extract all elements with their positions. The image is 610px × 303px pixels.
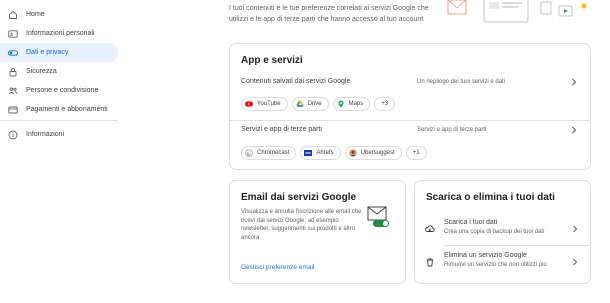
person-card-icon xyxy=(8,29,18,39)
trash-icon xyxy=(425,257,435,267)
card-divider xyxy=(444,245,590,246)
sidebar-item-label: Home xyxy=(26,11,45,18)
sidebar-item-home[interactable]: Home xyxy=(0,5,118,24)
sidebar-item-personal-info[interactable]: Informazioni personali xyxy=(0,24,118,43)
sidebar-item-label: Sicurezza xyxy=(26,68,57,75)
toggle-icon xyxy=(8,48,18,58)
chip-ubersuggest[interactable]: Ubersuggest xyxy=(344,146,402,160)
chip-label: Ubersuggest xyxy=(360,150,395,156)
lock-icon xyxy=(8,67,18,77)
sidebar-item-people-sharing[interactable]: Persone e condivisione xyxy=(0,81,118,100)
sidebar-divider xyxy=(0,120,118,121)
delete-service-row[interactable]: Elimina un servizio Google Rimuovi un se… xyxy=(415,248,590,278)
credit-card-icon xyxy=(8,105,18,115)
ubersuggest-icon xyxy=(348,149,357,157)
chevron-right-icon xyxy=(571,258,579,266)
sidebar-item-label: Persone e condivisione xyxy=(26,87,99,94)
sidebar-item-label: Pagamenti e abbonamenti xyxy=(26,106,108,113)
maps-icon xyxy=(337,100,345,108)
chip-chromecast[interactable]: Chromecast xyxy=(241,146,297,160)
chip-label: Ahrefs xyxy=(316,150,334,156)
email-card-title: Email dai servizi Google xyxy=(241,192,357,203)
chip-drive[interactable]: Drive xyxy=(291,97,329,111)
chip-more[interactable]: +1 xyxy=(405,146,427,160)
chromecast-icon xyxy=(245,149,253,157)
manage-email-preferences-link[interactable]: Gestisci preferenze email xyxy=(241,264,314,271)
download-delete-card: Scarica o elimina i tuoi dati Scarica i … xyxy=(414,180,591,284)
sidebar-item-security[interactable]: Sicurezza xyxy=(0,62,118,81)
intro-text: I tuoi contenuti e le tue preferenze cor… xyxy=(229,5,429,23)
sidebar-item-label: Informazioni xyxy=(26,131,65,138)
drive-icon xyxy=(295,100,304,108)
home-icon xyxy=(8,10,18,20)
third-party-title: Servizi e app di terze parti xyxy=(241,126,322,133)
ahrefs-icon xyxy=(304,149,313,157)
chevron-right-icon xyxy=(570,126,578,134)
info-icon xyxy=(8,130,18,140)
sidebar: Home Informazioni personali Dati e priva… xyxy=(0,0,122,303)
chip-label: YouTube xyxy=(257,101,281,107)
sidebar-item-payments[interactable]: Pagamenti e abbonamenti xyxy=(0,100,118,119)
third-party-desc: Servizi e app di terze parti xyxy=(417,127,487,133)
download-data-row[interactable]: Scarica i tuoi dati Crea una copia di ba… xyxy=(415,215,590,245)
chip-more[interactable]: +3 xyxy=(374,97,396,111)
chip-label: Drive xyxy=(307,101,322,107)
chip-label: Maps xyxy=(348,101,364,107)
third-party-chips: Chromecast Ahrefs Ubersuggest +1 xyxy=(241,146,427,160)
saved-content-chips: YouTube Drive Maps +3 xyxy=(241,97,396,111)
apps-card-title: App e servizi xyxy=(241,55,303,66)
cloud-download-icon xyxy=(425,224,435,234)
chip-ahrefs[interactable]: Ahrefs xyxy=(300,146,341,160)
saved-content-title: Contenuti salvati dai servizi Google xyxy=(241,78,351,85)
delete-service-desc: Rimuovi un servizio che non utilizzi più xyxy=(444,262,547,268)
saved-content-desc: Un riepilogo dei tuoi servizi e dati xyxy=(417,79,506,85)
email-card-desc: Visualizza e annulla l'iscrizione alle e… xyxy=(241,209,362,241)
chip-label: Chromecast xyxy=(257,150,290,156)
saved-content-row[interactable]: Contenuti salvati dai servizi Google Un … xyxy=(230,72,590,120)
download-data-title: Scarica i tuoi dati xyxy=(444,219,498,226)
chevron-right-icon xyxy=(570,78,578,86)
delete-service-title: Elimina un servizio Google xyxy=(444,252,527,259)
chip-maps[interactable]: Maps xyxy=(332,97,371,111)
download-card-title: Scarica o elimina i tuoi dati xyxy=(426,192,555,203)
download-data-desc: Crea una copia di backup dei tuoi dati xyxy=(444,229,545,235)
sidebar-item-about[interactable]: Informazioni xyxy=(0,125,118,144)
mail-toggle-illustration xyxy=(367,206,391,228)
chevron-right-icon xyxy=(571,225,579,233)
sidebar-item-label: Dati e privacy xyxy=(26,49,69,56)
chip-youtube[interactable]: YouTube xyxy=(241,97,288,111)
youtube-icon xyxy=(245,100,253,108)
apps-services-card: App e servizi Contenuti salvati dai serv… xyxy=(229,43,591,170)
people-icon xyxy=(8,86,18,96)
email-card: Email dai servizi Google Visualizza e an… xyxy=(229,180,406,284)
sidebar-item-data-privacy[interactable]: Dati e privacy xyxy=(0,43,118,62)
third-party-row[interactable]: Servizi e app di terze parti Servizi e a… xyxy=(230,121,590,169)
privacy-illustration xyxy=(446,0,596,28)
sidebar-item-label: Informazioni personali xyxy=(26,30,95,37)
